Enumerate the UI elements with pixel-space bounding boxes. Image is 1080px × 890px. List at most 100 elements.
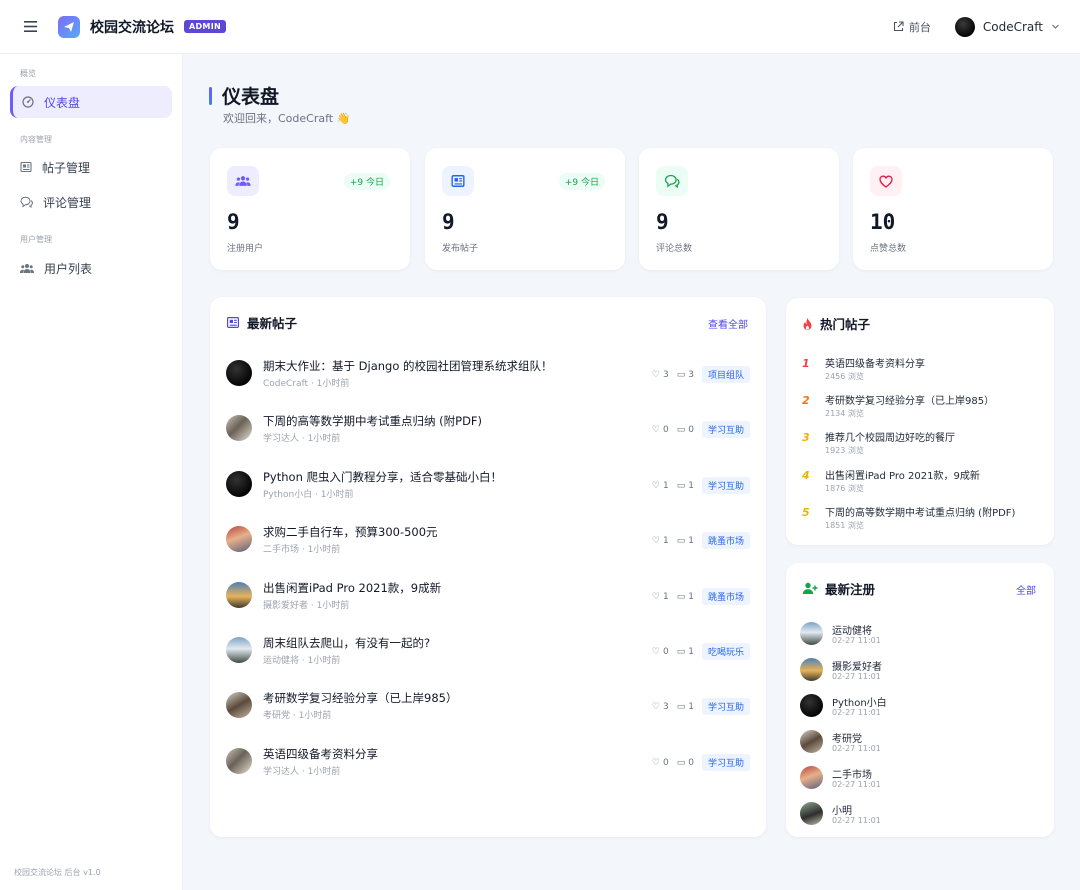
stat-label: 发布帖子 (442, 244, 479, 254)
stat-label: 注册用户 (227, 244, 264, 254)
post-row[interactable]: 考研数学复习经验分享（已上岸985） 考研党 · 1小时前 ♡ 3 ▭ 1 学习互助 (226, 686, 750, 726)
new-user-item[interactable]: 运动健将 02-27 11:01 (800, 621, 1030, 651)
sidebar-section-users: 用户管理 (20, 235, 52, 244)
post-meta: 摄影爱好者 · 1小时前 (263, 601, 350, 611)
card-title: 最新注册 (825, 582, 876, 597)
post-row[interactable]: 出售闲置iPad Pro 2021款，9成新 摄影爱好者 · 1小时前 ♡ 1 ▭… (226, 576, 750, 616)
admin-badge: ADMIN (184, 20, 226, 33)
user-menu[interactable]: CodeCraft (954, 16, 1060, 37)
like-count: 0 (663, 646, 669, 657)
sidebar-item-label: 帖子管理 (42, 160, 91, 175)
user-name: 考研党 (832, 734, 862, 745)
view-all-posts-link[interactable]: 查看全部 (708, 316, 748, 331)
dashboard-icon (22, 96, 34, 108)
user-plus-icon (802, 582, 818, 594)
avatar (226, 471, 252, 497)
sidebar-item-posts[interactable]: 帖子管理 (10, 151, 172, 183)
comment-count: 1 (688, 591, 694, 602)
hot-post-item[interactable]: 1 英语四级备考资料分享 2456 浏览 (802, 355, 1032, 389)
avatar (226, 582, 252, 608)
stat-card-users: +9 今日 9 注册用户 (210, 148, 410, 270)
view-all-users-link[interactable]: 全部 (1016, 582, 1036, 597)
top-bar: 校园交流论坛 ADMIN 前台 CodeCraft (0, 0, 1080, 54)
new-user-item[interactable]: 小明 02-27 11:01 (800, 801, 1030, 831)
post-meta: CodeCraft · 1小时前 (263, 379, 350, 389)
new-user-item[interactable]: 二手市场 02-27 11:01 (800, 765, 1030, 795)
heart-icon (870, 166, 902, 196)
external-link-icon (893, 21, 904, 32)
user-name: Python小白 (832, 698, 887, 709)
sidebar-item-user-list[interactable]: 用户列表 (10, 252, 172, 284)
like-count: 0 (663, 757, 669, 768)
paper-plane-icon (64, 21, 74, 32)
post-row[interactable]: Python 爬虫入门教程分享，适合零基础小白！ Python小白 · 1小时前… (226, 465, 750, 505)
like-count: 1 (663, 591, 669, 602)
hot-post-views: 1851 浏览 (825, 521, 864, 530)
welcome-message: 欢迎回来，CodeCraft 👋 (223, 112, 351, 125)
post-row[interactable]: 周末组队去爬山，有没有一起的? 运动健将 · 1小时前 ♡ 0 ▭ 1 吃喝玩乐 (226, 631, 750, 671)
sidebar-item-comments[interactable]: 评论管理 (10, 186, 172, 218)
sidebar-item-dashboard[interactable]: 仪表盘 (10, 86, 172, 118)
hot-post-item[interactable]: 5 下周的高等数学期中考试重点归纳 (附PDF) 1851 浏览 (802, 504, 1032, 538)
post-meta: Python小白 · 1小时前 (263, 490, 354, 500)
hot-rank: 3 (802, 431, 810, 444)
hot-post-item[interactable]: 4 出售闲置iPad Pro 2021款，9成新 1876 浏览 (802, 467, 1032, 501)
avatar (226, 692, 252, 718)
register-time: 02-27 11:01 (832, 780, 881, 789)
post-title: 考研数学复习经验分享（已上岸985） (263, 691, 458, 705)
avatar (226, 748, 252, 774)
users-icon (227, 166, 259, 196)
avatar (800, 622, 823, 645)
user-name: 运动健将 (832, 626, 872, 637)
hot-post-item[interactable]: 3 推荐几个校园周边好吃的餐厅 1923 浏览 (802, 429, 1032, 463)
like-count: 1 (663, 535, 669, 546)
card-title: 热门帖子 (820, 317, 871, 332)
avatar (954, 16, 975, 37)
comment-icon: ▭ (676, 535, 686, 546)
avatar (800, 694, 823, 717)
post-row[interactable]: 英语四级备考资料分享 学习达人 · 1小时前 ♡ 0 ▭ 0 学习互助 (226, 742, 750, 782)
user-name: 摄影爱好者 (832, 662, 882, 673)
new-user-item[interactable]: 摄影爱好者 02-27 11:01 (800, 657, 1030, 687)
post-icon (20, 161, 32, 173)
comment-icon: ▭ (676, 480, 686, 491)
hot-rank: 1 (802, 357, 810, 370)
register-time: 02-27 11:01 (832, 816, 881, 825)
chevron-down-icon (1052, 24, 1059, 29)
post-meta: 运动健将 · 1小时前 (263, 656, 341, 666)
comment-count: 3 (688, 369, 694, 380)
avatar (226, 415, 252, 441)
post-meta: 二手市场 · 1小时前 (263, 545, 341, 555)
new-user-item[interactable]: 考研党 02-27 11:01 (800, 729, 1030, 759)
menu-toggle-button[interactable] (20, 17, 40, 37)
hot-post-views: 1876 浏览 (825, 484, 864, 493)
sidebar-item-label: 仪表盘 (44, 95, 81, 110)
post-row[interactable]: 期末大作业：基于 Django 的校园社团管理系统求组队！ CodeCraft … (226, 354, 750, 394)
hot-post-views: 2134 浏览 (825, 409, 864, 418)
like-count: 1 (663, 480, 669, 491)
avatar (226, 637, 252, 663)
post-row[interactable]: 求购二手自行车，预算300-500元 二手市场 · 1小时前 ♡ 1 ▭ 1 跳蚤市… (226, 520, 750, 560)
heart-icon: ♡ (651, 757, 660, 768)
avatar (800, 802, 823, 825)
post-tag: 学习互助 (701, 421, 750, 438)
post-icon (226, 317, 240, 328)
hot-post-title: 推荐几个校园周边好吃的餐厅 (825, 433, 955, 444)
latest-posts-card: 最新帖子 查看全部 期末大作业：基于 Django 的校园社团管理系统求组队！ … (210, 297, 766, 837)
new-user-item[interactable]: Python小白 02-27 11:01 (800, 693, 1030, 723)
card-title: 最新帖子 (247, 316, 298, 331)
user-name: 小明 (832, 806, 852, 817)
stat-card-likes: 10 点赞总数 (853, 148, 1053, 270)
heart-icon: ♡ (651, 480, 660, 491)
sidebar-item-label: 用户列表 (44, 261, 93, 276)
post-row[interactable]: 下周的高等数学期中考试重点归纳 (附PDF) 学习达人 · 1小时前 ♡ 0 ▭ 0… (226, 409, 750, 449)
sidebar-section-content: 内容管理 (20, 135, 52, 144)
hot-post-item[interactable]: 2 考研数学复习经验分享（已上岸985） 2134 浏览 (802, 392, 1032, 426)
post-title: 求购二手自行车，预算300-500元 (263, 525, 438, 539)
front-site-link[interactable]: 前台 (893, 19, 931, 35)
app-title: 校园交流论坛 (90, 19, 174, 36)
user-name: 二手市场 (832, 770, 872, 781)
comment-icon (656, 166, 688, 196)
title-accent-bar (209, 86, 212, 105)
heart-icon: ♡ (651, 646, 660, 657)
